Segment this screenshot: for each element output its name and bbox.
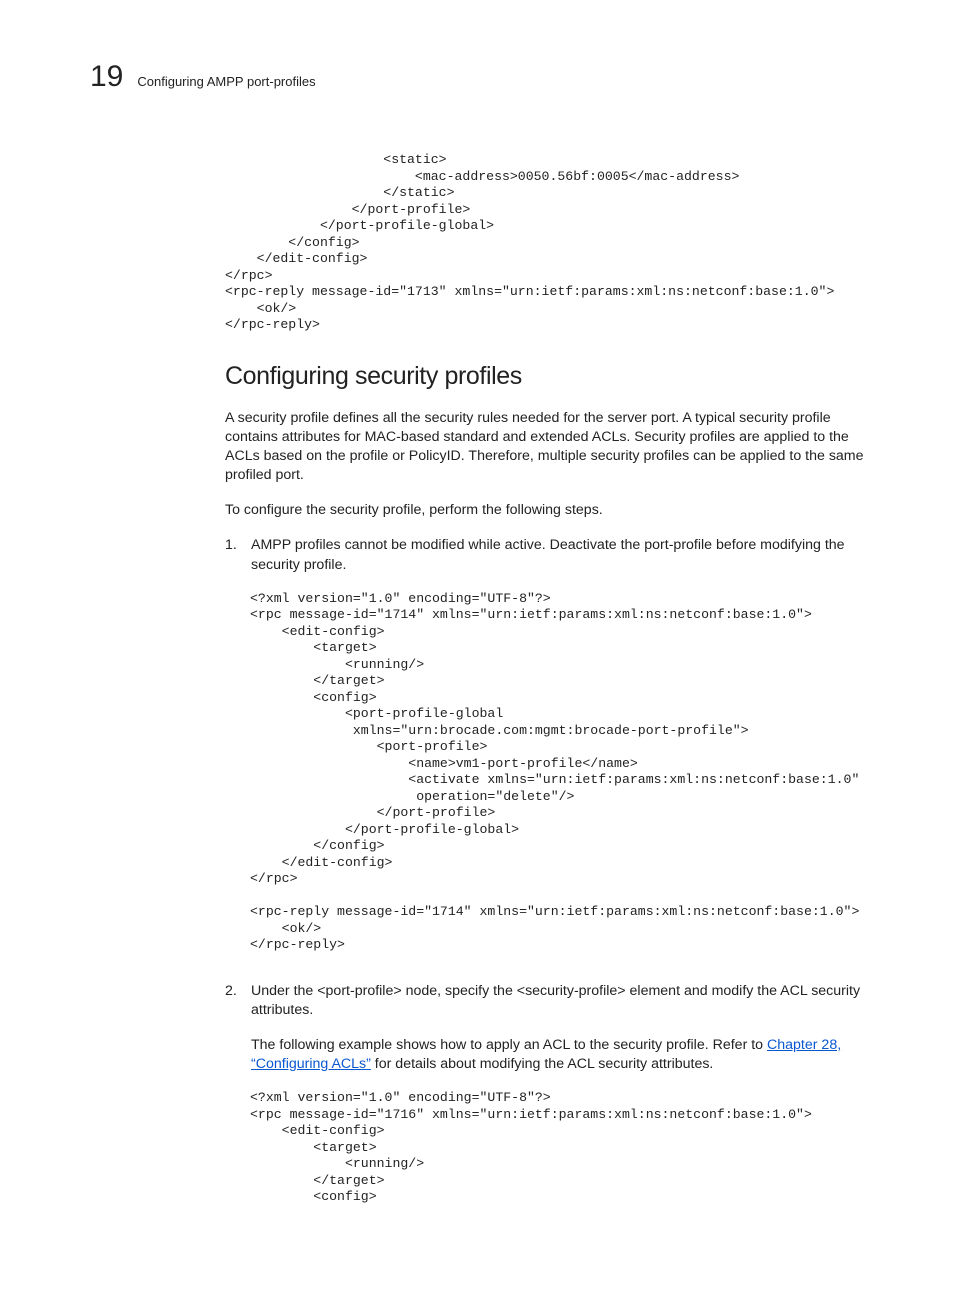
step-2: 2. Under the <port-profile> node, specif… xyxy=(90,982,884,1020)
code-block-step-1: <?xml version="1.0" encoding="UTF-8"?> <… xyxy=(90,591,884,954)
step-text: AMPP profiles cannot be modified while a… xyxy=(251,536,884,574)
text-before-link: The following example shows how to apply… xyxy=(251,1037,767,1053)
code-block-step-2: <?xml version="1.0" encoding="UTF-8"?> <… xyxy=(90,1090,884,1206)
running-header: 19 Configuring AMPP port-profiles xyxy=(90,60,884,94)
running-title: Configuring AMPP port-profiles xyxy=(137,74,315,89)
section-heading: Configuring security profiles xyxy=(90,362,884,391)
step-1: 1. AMPP profiles cannot be modified whil… xyxy=(90,536,884,574)
step-text: Under the <port-profile> node, specify t… xyxy=(251,982,884,1020)
step-2-subtext: The following example shows how to apply… xyxy=(90,1036,884,1074)
text-after-link: for details about modifying the ACL secu… xyxy=(371,1056,714,1072)
step-number: 2. xyxy=(225,982,239,1020)
intro-paragraph-1: A security profile defines all the secur… xyxy=(90,409,884,486)
document-page: 19 Configuring AMPP port-profiles <stati… xyxy=(0,0,954,1294)
intro-paragraph-2: To configure the security profile, perfo… xyxy=(90,501,884,520)
step-number: 1. xyxy=(225,536,239,574)
code-block-top: <static> <mac-address>0050.56bf:0005</ma… xyxy=(90,152,884,334)
chapter-number: 19 xyxy=(90,60,123,94)
